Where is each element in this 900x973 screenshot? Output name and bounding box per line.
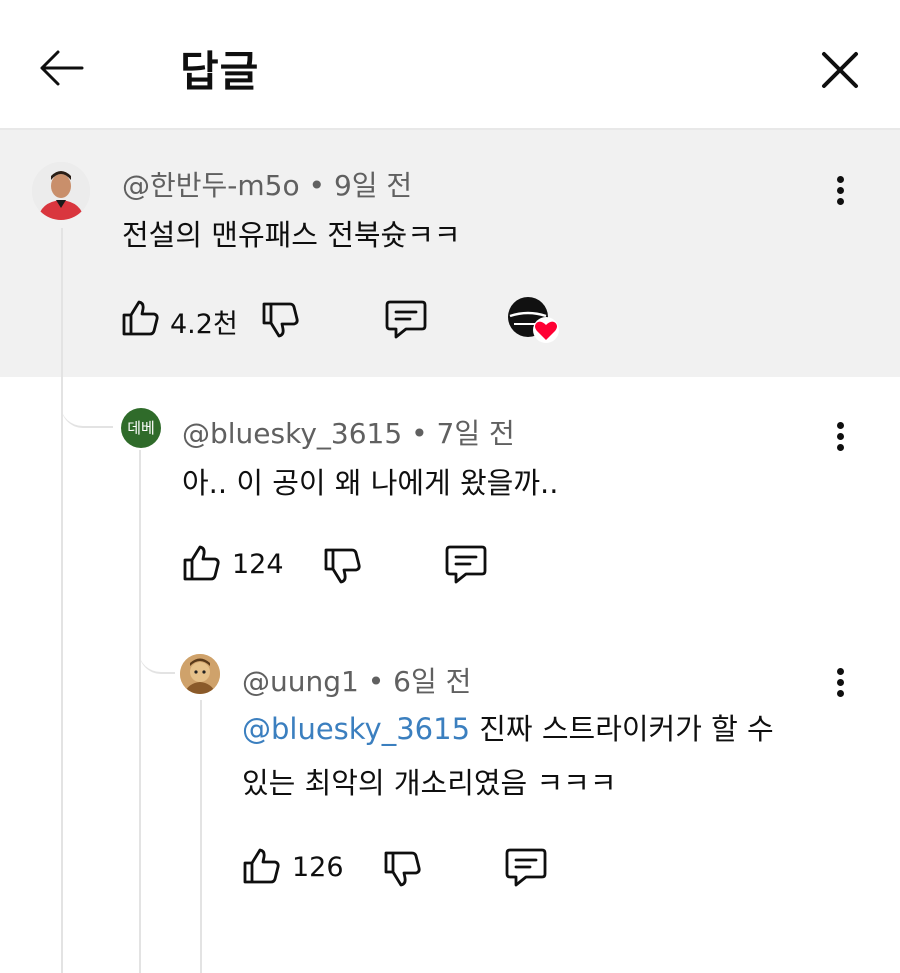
thumbs-up-icon [183,545,220,581]
reply-button[interactable] [504,846,548,888]
more-options-button[interactable] [830,418,850,458]
comment-author[interactable]: @한반두-m5o [122,169,300,202]
creator-heart-badge [506,296,562,346]
creator-heart-icon [508,297,559,343]
comment-text: 아.. 이 공이 왜 나에게 왔을까.. [182,466,559,500]
avatar[interactable]: 데베 [121,408,161,448]
like-button[interactable] [120,298,160,338]
thumbs-up-icon [122,300,159,336]
like-button[interactable] [181,543,221,583]
replies-header: 답글 [0,0,900,130]
more-options-button[interactable] [830,664,850,704]
avatar[interactable] [180,654,220,694]
like-button[interactable] [241,846,281,886]
comment-author[interactable]: @uung1 [242,665,359,698]
meta-separator: • [308,169,326,202]
comment-time: 7일 전 [436,417,515,450]
comment-meta: @한반두-m5o • 9일 전 [122,164,412,204]
user-photo-icon [180,654,220,694]
reply-button[interactable] [444,543,488,585]
dislike-button[interactable] [382,849,422,889]
like-count: 124 [232,549,284,580]
avatar[interactable] [32,162,90,220]
comment-author[interactable]: @bluesky_3615 [182,417,402,450]
meta-separator: • [411,417,428,450]
comment-text-line: 있는 최악의 개소리였음 ㅋㅋㅋ [242,766,617,800]
thumbs-up-icon [243,848,280,884]
comment-text-line: @bluesky_3615 진짜 스트라이커가 할 수 [242,712,774,746]
reply-icon [445,545,487,584]
reply-icon [505,848,547,887]
thread-line [61,228,63,973]
back-button[interactable] [30,42,90,94]
dislike-button[interactable] [322,546,362,586]
close-button[interactable] [812,42,868,98]
like-count: 4.2천 [170,309,238,340]
dislike-button[interactable] [260,300,300,340]
thread-connector [139,630,175,674]
comment-meta: @uung1 • 6일 전 [242,660,471,700]
arrow-left-icon [40,50,84,86]
thumbs-down-icon [324,548,361,584]
reply-button[interactable] [384,298,428,340]
more-options-button[interactable] [830,172,850,212]
comment-time: 6일 전 [393,665,472,698]
mention-link[interactable]: @bluesky_3615 [242,712,470,746]
user-photo-icon [32,162,90,220]
page-title: 답글 [180,47,260,96]
comment-meta: @bluesky_3615 • 7일 전 [182,412,515,452]
thumbs-down-icon [384,851,421,887]
thumbs-down-icon [262,302,299,338]
avatar-initials: 데베 [127,419,155,437]
thread-connector [61,378,113,428]
comment-time: 9일 전 [333,169,413,202]
comment-text: @bluesky_3615 진짜 스트라이커가 할 수 있는 최악의 개소리였음… [242,702,842,810]
like-count: 126 [292,852,344,883]
meta-separator: • [367,665,385,698]
thread-line [200,700,202,973]
close-icon [822,52,858,88]
reply-icon [385,300,427,339]
comment-text: 전설의 맨유패스 전북슛ㅋㅋ [122,218,461,252]
thread-line [139,450,141,973]
